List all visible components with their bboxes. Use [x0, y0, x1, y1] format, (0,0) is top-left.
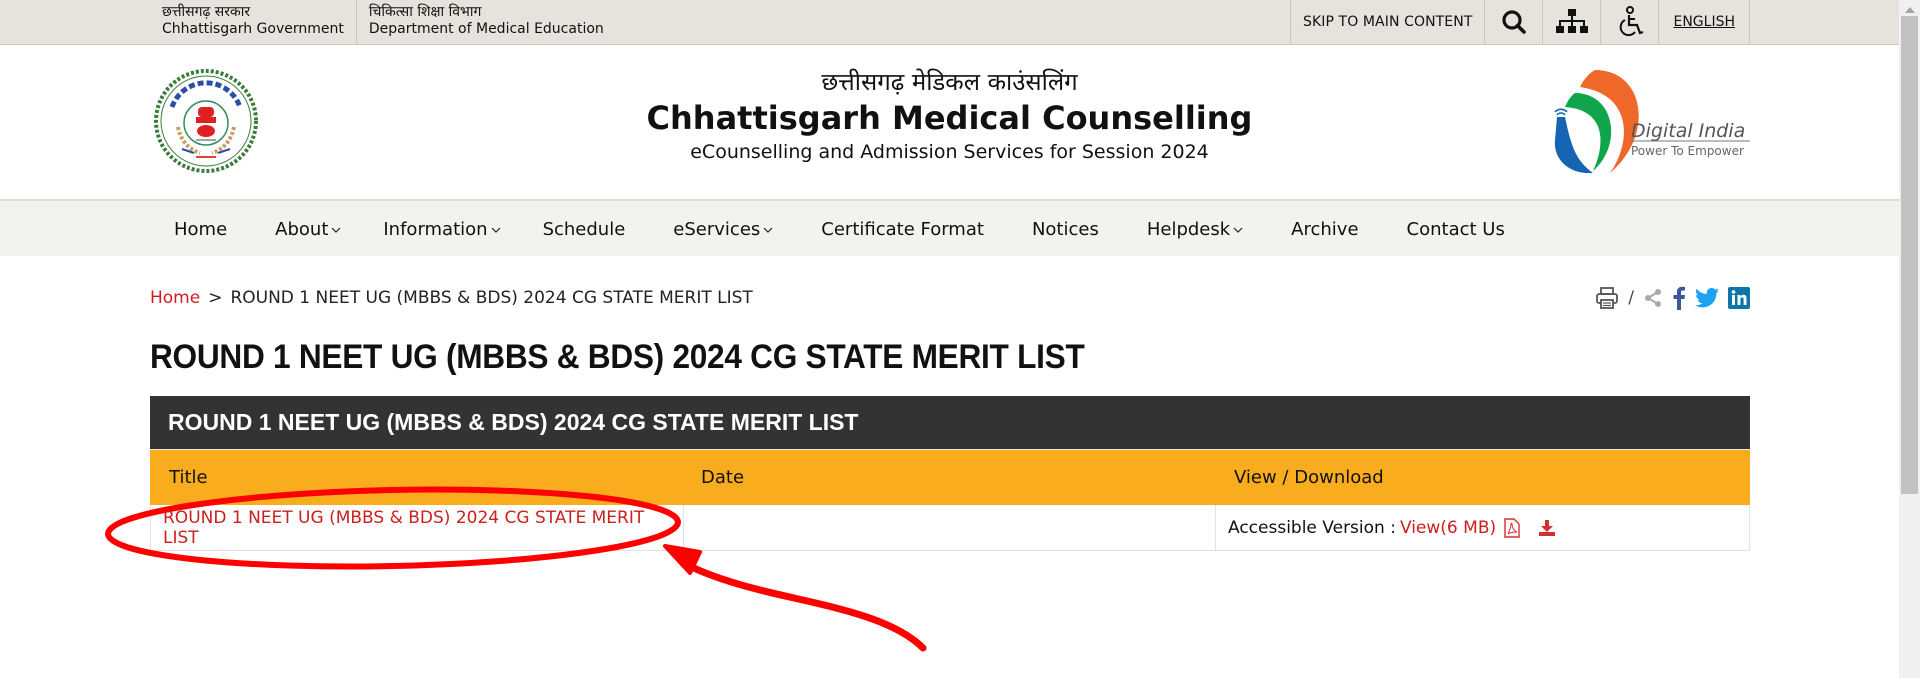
digital-india-icon: Digital India Power To Empower — [1554, 70, 1750, 174]
nav-item-certificate-format[interactable]: Certificate Format — [797, 201, 1008, 257]
chevron-down-icon — [331, 223, 341, 236]
nav-item-label: Schedule — [542, 218, 626, 240]
print-icon[interactable] — [1595, 286, 1619, 310]
linkedin-icon[interactable] — [1728, 287, 1750, 309]
facebook-icon[interactable] — [1672, 286, 1686, 310]
dept-label: चिकित्सा शिक्षा विभाग Department of Medi… — [355, 0, 616, 44]
main-navigation: Home About Information Schedule eServices Cer… — [0, 200, 1899, 256]
top-utility-bar: छत्तीसगढ़ सरकार Chhattisgarh Government … — [0, 0, 1899, 45]
breadcrumb-current: ROUND 1 NEET UG (MBBS & BDS) 2024 CG STA… — [230, 288, 753, 308]
nav-item-archive[interactable]: Archive — [1267, 201, 1382, 257]
column-header-date: Date — [701, 467, 745, 488]
gov-english: Chhattisgarh Government — [162, 21, 344, 37]
view-pdf-link[interactable]: View(6 MB) — [1400, 518, 1496, 538]
cell-date — [683, 505, 1215, 550]
nav-item-label: Notices — [1031, 218, 1099, 240]
sitemap-button[interactable] — [1543, 0, 1602, 44]
merit-list-title-link[interactable]: ROUND 1 NEET UG (MBBS & BDS) 2024 CG STA… — [163, 508, 683, 548]
scroll-thumb[interactable] — [1901, 16, 1918, 494]
scroll-up-button[interactable] — [1899, 4, 1920, 16]
nav-item-label: Home — [174, 218, 228, 240]
page-scrollbar[interactable] — [1899, 0, 1920, 678]
breadcrumb: Home > ROUND 1 NEET UG (MBBS & BDS) 2024 C… — [150, 288, 753, 308]
share-separator: / — [1628, 288, 1634, 308]
nav-item-label: About — [275, 218, 329, 240]
share-icon[interactable] — [1643, 288, 1663, 308]
digital-india-tagline: Power To Empower — [1631, 144, 1744, 158]
column-header-view-download: View / Download — [1234, 467, 1384, 488]
nav-item-about[interactable]: About — [251, 201, 365, 257]
nav-list: Home About Information Schedule eServices Cer… — [150, 201, 1529, 257]
merit-list-table: ROUND 1 NEET UG (MBBS & BDS) 2024 CG STA… — [150, 396, 1750, 551]
language-english-link[interactable]: ENGLISH — [1659, 0, 1750, 44]
nav-item-eservices[interactable]: eServices — [649, 201, 797, 257]
nav-item-helpdesk[interactable]: Helpdesk — [1123, 201, 1267, 257]
chevron-down-icon — [1233, 223, 1243, 236]
download-icon — [1539, 519, 1556, 536]
digital-india-name: Digital India — [1631, 120, 1745, 142]
gov-label: छत्तीसगढ़ सरकार Chhattisgarh Government — [150, 0, 356, 44]
table-row: ROUND 1 NEET UG (MBBS & BDS) 2024 CG STA… — [150, 505, 1750, 551]
nav-item-home[interactable]: Home — [150, 201, 251, 257]
breadcrumb-separator: > — [208, 288, 223, 308]
accessibility-button[interactable] — [1601, 0, 1660, 44]
breadcrumb-home-link[interactable]: Home — [150, 288, 200, 308]
nav-item-contact-us[interactable]: Contact Us — [1383, 201, 1529, 257]
skip-to-main-content-link[interactable]: SKIP TO MAIN CONTENT — [1291, 0, 1486, 44]
nav-item-information[interactable]: Information — [365, 201, 518, 257]
search-icon — [1502, 10, 1526, 34]
table-header-row: Title Date View / Download — [150, 449, 1750, 505]
column-header-title: Title — [169, 467, 208, 488]
nav-item-notices[interactable]: Notices — [1008, 201, 1123, 257]
nav-item-label: Archive — [1291, 218, 1359, 240]
accessibility-icon — [1619, 6, 1644, 37]
share-toolbar: / — [1595, 286, 1750, 310]
digital-india-logo[interactable]: Digital India Power To Empower — [1535, 65, 1755, 180]
annotation-arrow-line — [676, 556, 927, 652]
site-header: छत्तीसगढ़ मेडिकल काउंसलिंग Chhattisgarh … — [0, 45, 1899, 200]
chevron-down-icon — [763, 223, 773, 236]
nav-item-label: Information — [383, 218, 488, 240]
dept-hindi: चिकित्सा शिक्षा विभाग — [368, 4, 482, 20]
page-title: ROUND 1 NEET UG (MBBS & BDS) 2024 CG STA… — [150, 338, 1085, 376]
accessible-version-label: Accessible Version : — [1228, 517, 1396, 538]
nav-item-label: Certificate Format — [821, 218, 984, 240]
gov-hindi: छत्तीसगढ़ सरकार — [162, 4, 251, 20]
nav-item-label: Helpdesk — [1146, 218, 1231, 240]
nav-item-label: eServices — [673, 218, 761, 240]
download-button[interactable] — [1538, 519, 1556, 537]
nav-item-label: Contact Us — [1406, 218, 1505, 240]
scroll-up-arrow-icon — [1904, 7, 1915, 13]
sitemap-icon — [1555, 9, 1588, 33]
cell-title: ROUND 1 NEET UG (MBBS & BDS) 2024 CG STA… — [151, 505, 683, 550]
twitter-icon[interactable] — [1695, 288, 1719, 308]
dept-english: Department of Medical Education — [368, 21, 604, 37]
nav-item-schedule[interactable]: Schedule — [519, 201, 650, 257]
cell-view-download: Accessible Version : View(6 MB) — [1215, 505, 1749, 550]
search-button[interactable] — [1485, 0, 1544, 44]
table-caption: ROUND 1 NEET UG (MBBS & BDS) 2024 CG STA… — [150, 396, 1750, 449]
chevron-down-icon — [491, 223, 501, 236]
pdf-icon[interactable] — [1504, 517, 1520, 538]
